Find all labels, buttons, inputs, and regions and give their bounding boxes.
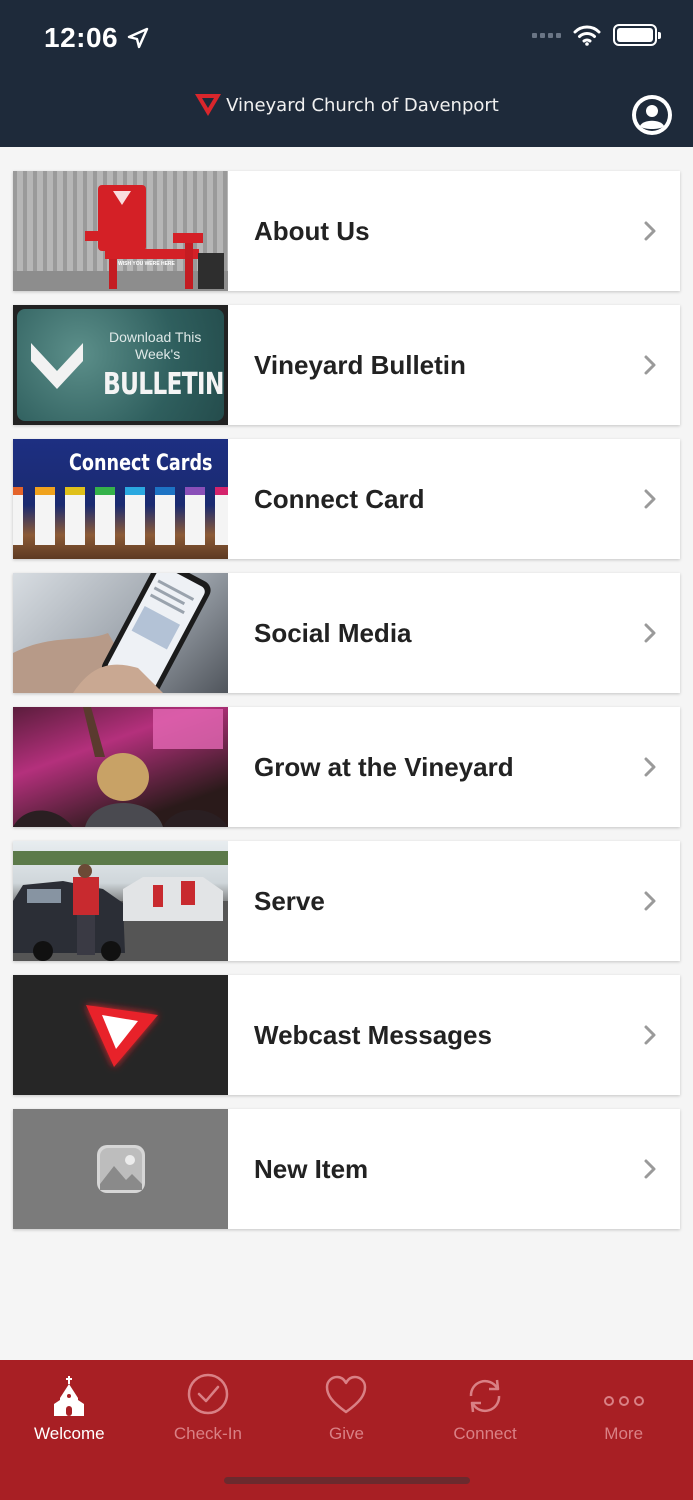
- user-profile-icon: [633, 96, 671, 134]
- red-chair-image: [13, 185, 228, 291]
- cellular-signal-icon: [532, 32, 561, 38]
- home-indicator: [224, 1477, 470, 1484]
- battery-icon: [613, 24, 661, 46]
- list-item-label: About Us: [254, 215, 370, 246]
- list-item-grow-at-the-vineyard[interactable]: Grow at the Vineyard: [13, 707, 680, 827]
- vineyard-play-logo-icon: [85, 1005, 158, 1067]
- status-time-text: 12:06: [44, 22, 119, 53]
- tab-give[interactable]: Give: [277, 1370, 416, 1444]
- tab-label: Welcome: [34, 1424, 105, 1443]
- more-dots-icon: [602, 1370, 646, 1416]
- chevron-right-icon: [620, 439, 680, 559]
- list-item-about-us[interactable]: WISH YOU WERE HERE About Us: [13, 171, 680, 291]
- tab-label: Give: [329, 1424, 364, 1443]
- tab-more[interactable]: More: [554, 1370, 693, 1444]
- about-us-thumbnail: WISH YOU WERE HERE: [13, 171, 228, 291]
- heart-icon: [324, 1370, 368, 1416]
- bulletin-thumb-line1: Download This: [109, 329, 202, 345]
- list-item-social-media[interactable]: Social Media: [13, 573, 680, 693]
- list-item-label: Vineyard Bulletin: [254, 349, 466, 380]
- chevron-down-graphic-icon: [31, 343, 83, 389]
- bulletin-thumb-line3: BULLETIN: [103, 367, 224, 402]
- list-item-label: Webcast Messages: [254, 1019, 492, 1050]
- webcast-thumbnail: [13, 975, 228, 1095]
- chevron-right-icon: [620, 1109, 680, 1229]
- status-time: 12:06: [44, 22, 150, 54]
- grow-thumbnail: [13, 707, 228, 827]
- vineyard-logo-icon: [195, 94, 222, 116]
- image-placeholder-icon: [96, 1145, 145, 1193]
- wifi-icon: [573, 25, 601, 46]
- sync-icon: [463, 1370, 507, 1416]
- tab-label: Check-In: [173, 1424, 242, 1443]
- list-item-label: Social Media: [254, 617, 412, 648]
- connect-thumb-title: Connect Cards: [69, 451, 213, 476]
- list-item-serve[interactable]: Serve: [13, 841, 680, 961]
- profile-button[interactable]: [632, 95, 672, 135]
- church-icon: [54, 1370, 85, 1416]
- location-arrow-icon: [127, 27, 149, 49]
- list-item-label: Grow at the Vineyard: [254, 751, 514, 782]
- chevron-right-icon: [620, 707, 680, 827]
- tab-label: More: [604, 1424, 644, 1443]
- phone-in-hand-image: [13, 573, 211, 693]
- tab-connect[interactable]: Connect: [416, 1370, 555, 1444]
- list-item-new-item[interactable]: New Item: [13, 1109, 680, 1229]
- chevron-right-icon: [620, 171, 680, 291]
- tab-welcome[interactable]: Welcome: [0, 1370, 139, 1444]
- bulletin-thumbnail: Download This Week's BULLETIN: [13, 305, 228, 425]
- brand-name: Vineyard Church of Davenport: [226, 94, 499, 116]
- chevron-right-icon: [620, 305, 680, 425]
- tab-label: Connect: [453, 1424, 517, 1443]
- serve-thumbnail: [13, 841, 228, 961]
- chevron-right-icon: [620, 841, 680, 961]
- status-indicators: [532, 24, 661, 46]
- list-item-label: New Item: [254, 1153, 369, 1184]
- worship-crowd-image: [13, 707, 228, 827]
- about-us-thumb-caption: WISH YOU WERE HERE: [118, 261, 175, 267]
- list-item-label: Connect Card: [254, 483, 425, 514]
- check-circle-icon: [186, 1370, 230, 1416]
- car-wash-image: [13, 851, 228, 961]
- new-item-thumbnail: [13, 1109, 228, 1229]
- chevron-right-icon: [620, 573, 680, 693]
- social-media-thumbnail: [13, 573, 228, 693]
- connect-cards-graphic: [13, 487, 228, 545]
- list-item-label: Serve: [254, 885, 325, 916]
- app-header: 12:06 Vineyard Church of Davenport: [0, 0, 693, 147]
- list-item-webcast-messages[interactable]: Webcast Messages: [13, 975, 680, 1095]
- menu-list: WISH YOU WERE HERE About Us Download Thi…: [13, 171, 680, 1243]
- list-item-vineyard-bulletin[interactable]: Download This Week's BULLETIN Vineyard B…: [13, 305, 680, 425]
- tab-check-in[interactable]: Check-In: [139, 1370, 278, 1444]
- list-item-connect-card[interactable]: Connect Cards Connect Card: [13, 439, 680, 559]
- status-bar: 12:06: [0, 0, 693, 80]
- bulletin-thumb-line2: Week's: [135, 346, 181, 362]
- brand-logo: Vineyard Church of Davenport: [0, 92, 693, 118]
- chevron-right-icon: [620, 975, 680, 1095]
- connect-card-thumbnail: Connect Cards: [13, 439, 228, 559]
